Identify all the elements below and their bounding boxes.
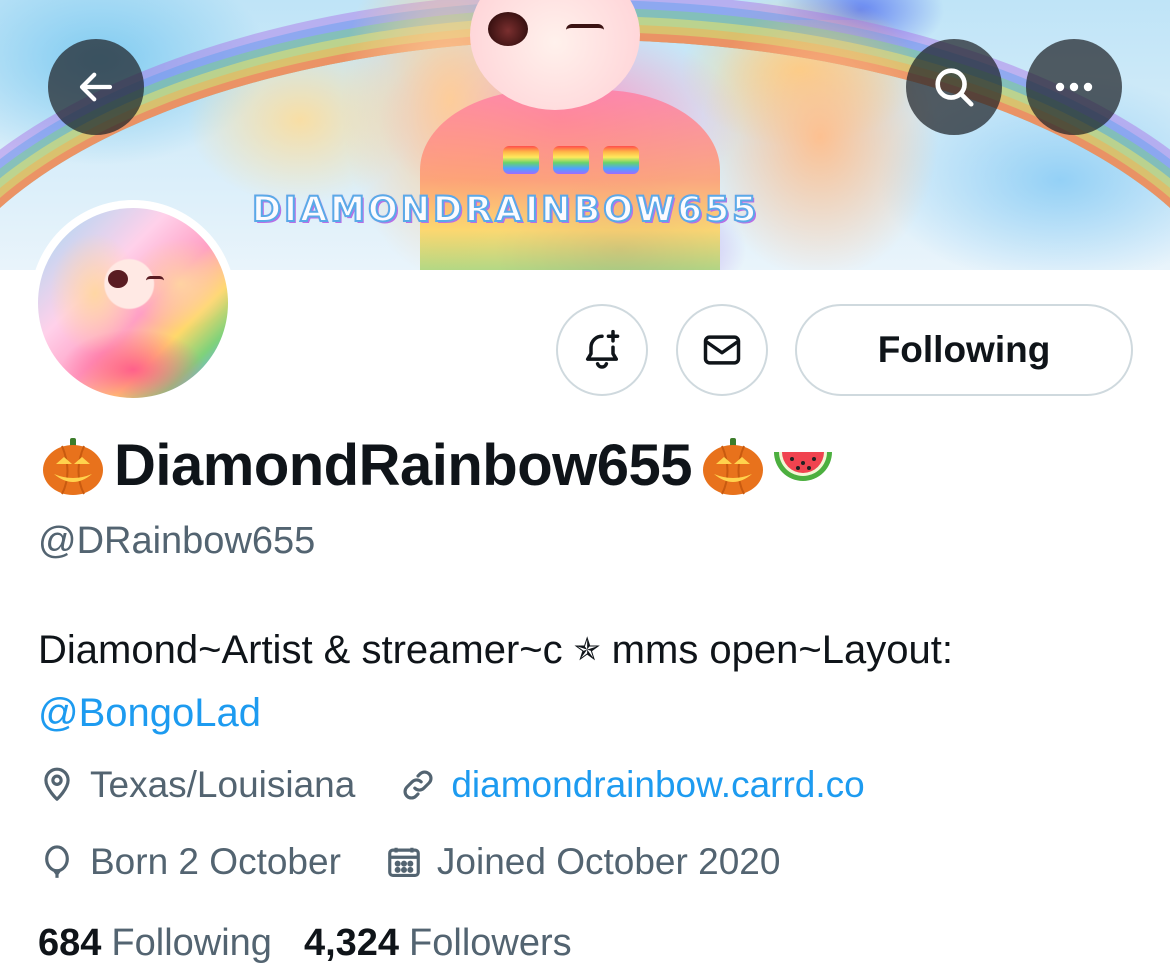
profile-meta-row-1: Texas/Louisiana diamondrainbow.carrd.co bbox=[38, 760, 909, 810]
banner-art-wink bbox=[566, 24, 604, 36]
arrow-left-icon bbox=[79, 72, 113, 102]
banner-title-art: DIAMONDRAINBOW655 bbox=[251, 189, 760, 231]
envelope-icon bbox=[703, 335, 741, 365]
follow-counts: 684 Following 4,324 Followers bbox=[38, 922, 604, 965]
join-date: Joined October 2020 bbox=[385, 841, 781, 883]
more-button[interactable] bbox=[1026, 39, 1122, 135]
search-icon bbox=[935, 68, 974, 107]
join-date-text: Joined October 2020 bbox=[436, 841, 781, 882]
bell-plus-icon bbox=[585, 329, 620, 369]
birthday-text: Born 2 October bbox=[90, 841, 341, 882]
location-text: Texas/Louisiana bbox=[90, 764, 356, 805]
following-count: 684 bbox=[38, 922, 102, 964]
banner-art-body bbox=[420, 90, 720, 270]
profile-meta-row-2: Born 2 October Joined October 2020 bbox=[38, 837, 824, 887]
profile-avatar[interactable] bbox=[30, 200, 236, 406]
banner-art-hair-right bbox=[700, 20, 940, 270]
youtube-icon bbox=[503, 146, 539, 174]
calendar-icon bbox=[388, 847, 420, 878]
bio-mention-link[interactable]: @BongoLad bbox=[38, 691, 261, 735]
more-horizontal-icon bbox=[1055, 82, 1093, 92]
display-name: DiamondRainbow655 bbox=[38, 430, 838, 500]
avatar-art-eye bbox=[108, 270, 128, 288]
kofi-icon bbox=[603, 146, 639, 174]
back-button[interactable] bbox=[48, 39, 144, 135]
banner-art-eye bbox=[488, 12, 528, 46]
bio-text-continued: mms open~Layout: bbox=[600, 628, 953, 672]
website[interactable]: diamondrainbow.carrd.co bbox=[399, 764, 865, 806]
banner-art-platform-icons bbox=[503, 146, 639, 176]
followers-label: Followers bbox=[409, 922, 572, 964]
jack-o-lantern-icon bbox=[43, 438, 103, 495]
twitch-icon bbox=[553, 146, 589, 174]
message-button[interactable] bbox=[676, 304, 768, 396]
star-icon: ✯ bbox=[573, 630, 601, 668]
birthday: Born 2 October bbox=[38, 841, 341, 883]
bio-text: Diamond~Artist & streamer~c bbox=[38, 628, 574, 672]
user-handle: @DRainbow655 bbox=[38, 520, 316, 562]
location-pin-icon bbox=[44, 767, 70, 801]
avatar-image bbox=[38, 208, 228, 398]
link-icon bbox=[403, 770, 433, 800]
following-label: Following bbox=[111, 922, 272, 964]
avatar-art-wink bbox=[146, 276, 164, 285]
jack-o-lantern-icon bbox=[703, 438, 764, 495]
following-count-link[interactable]: 684 Following bbox=[38, 922, 272, 965]
balloon-icon bbox=[45, 845, 69, 878]
followers-count: 4,324 bbox=[303, 922, 400, 964]
followers-count-link[interactable]: 4,324 Followers bbox=[304, 922, 572, 965]
bio: Diamond~Artist & streamer~c ✯ mms open~L… bbox=[38, 618, 1148, 745]
notifications-button[interactable] bbox=[556, 304, 648, 396]
following-button[interactable]: Following bbox=[795, 304, 1133, 396]
website-link[interactable]: diamondrainbow.carrd.co bbox=[451, 764, 864, 806]
search-button[interactable] bbox=[906, 39, 1002, 135]
display-name-text: DiamondRainbow655 bbox=[114, 432, 693, 498]
location: Texas/Louisiana bbox=[38, 764, 355, 806]
watermelon-icon bbox=[774, 452, 833, 481]
